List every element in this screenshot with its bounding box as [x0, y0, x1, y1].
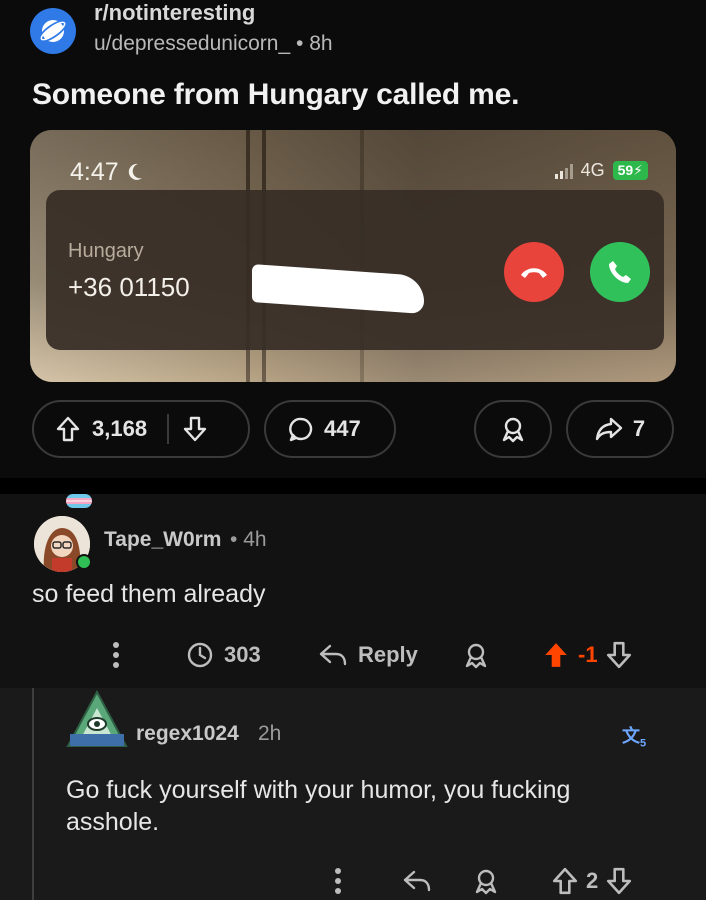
more-button[interactable]: [334, 864, 342, 898]
upvote-icon[interactable]: [542, 641, 570, 669]
comment-actions: 2: [0, 864, 706, 898]
comment-username[interactable]: regex1024: [136, 722, 239, 746]
downvote-icon[interactable]: [606, 867, 632, 895]
comment-age: 2h: [258, 722, 282, 745]
signal-icon: [554, 163, 573, 179]
award-button[interactable]: [462, 638, 490, 672]
more-icon: [335, 868, 341, 894]
more-icon: [113, 642, 119, 668]
post-age: 8h: [309, 32, 333, 55]
post-author[interactable]: u/depressedunicorn_: [94, 32, 290, 55]
flair-flag: [66, 494, 92, 508]
upvote-icon[interactable]: [56, 416, 80, 442]
comment: Tape_W0rm • 4h so feed them already 303 …: [0, 494, 706, 688]
post: r/notinteresting u/depressedunicorn_ • 8…: [0, 0, 706, 478]
avatar[interactable]: [66, 690, 128, 750]
reply-button[interactable]: Reply: [318, 638, 418, 672]
comment-actions: 303 Reply -1: [0, 638, 706, 672]
planet-icon: [38, 19, 68, 43]
comment-meta: • 4h: [230, 528, 267, 552]
comment-body: Go fuck yourself with your humor, you fu…: [66, 776, 571, 836]
award-button[interactable]: [474, 400, 552, 458]
comment-count: 447: [324, 416, 361, 441]
vote-controls: 2: [552, 864, 632, 898]
phone-accept-icon: [609, 261, 631, 283]
clock-award-icon: [187, 642, 213, 668]
comment-score: -1: [578, 642, 598, 667]
more-button[interactable]: [112, 638, 120, 672]
post-title[interactable]: Someone from Hungary called me.: [32, 78, 519, 112]
comment-icon: [289, 417, 313, 442]
online-status-dot: [76, 554, 92, 570]
award-count: 303: [224, 642, 261, 667]
downvote-icon[interactable]: [183, 416, 207, 442]
meta-separator: •: [230, 528, 238, 551]
phone-decline-icon: [521, 268, 547, 278]
comment-age: 4h: [243, 528, 267, 551]
redaction-scribble: [252, 263, 424, 315]
reply-label: Reply: [358, 642, 418, 667]
comment-body: so feed them already: [32, 580, 266, 608]
reply-button[interactable]: [402, 864, 432, 898]
subreddit-avatar[interactable]: [30, 8, 76, 54]
award-icon: [502, 417, 524, 443]
phone-clock: 4:47: [70, 158, 119, 186]
award-icon: [465, 643, 487, 669]
post-image[interactable]: 4:47 4G 59⚡ Hungary +36 01150: [30, 130, 676, 382]
translate-icon[interactable]: 文5: [622, 722, 646, 750]
incoming-call-card: Hungary +36 01150: [46, 190, 664, 350]
moon-icon: [128, 163, 142, 180]
vote-divider: [167, 414, 170, 444]
battery-badge: 59⚡: [612, 161, 648, 180]
upvote-icon[interactable]: [552, 867, 578, 895]
award-icon: [475, 869, 497, 895]
caller-number: +36 01150: [68, 272, 190, 302]
section-divider: [0, 478, 706, 494]
subreddit-name[interactable]: r/notinteresting: [94, 0, 255, 26]
comments-button[interactable]: 447: [264, 400, 396, 458]
meta-separator: •: [295, 32, 304, 55]
share-count: 7: [632, 416, 646, 441]
post-meta: u/depressedunicorn_ • 8h: [94, 32, 333, 56]
vote-bar: 3,168: [32, 400, 250, 458]
upvote-count: 3,168: [92, 416, 148, 441]
award-button[interactable]: [472, 864, 500, 898]
comment-username[interactable]: Tape_W0rm: [104, 528, 221, 552]
reply-icon: [403, 870, 431, 892]
decline-call-button: [504, 242, 564, 302]
reply-icon: [319, 644, 347, 666]
share-button[interactable]: 7: [566, 400, 674, 458]
award-count-button[interactable]: 303: [186, 638, 261, 672]
accept-call-button: [590, 242, 650, 302]
comment-reply: regex1024 2h 文5 Go fuck yourself with yo…: [0, 688, 706, 900]
downvote-icon[interactable]: [606, 641, 632, 669]
battery-level: 59: [617, 162, 634, 178]
vote-controls: -1: [542, 638, 632, 672]
phone-status-right: 4G 59⚡: [554, 160, 648, 181]
network-label: 4G: [580, 160, 605, 180]
caller-country: Hungary: [68, 240, 144, 262]
phone-status-time: 4:47: [70, 158, 144, 187]
comment-score: 2: [586, 868, 599, 893]
share-icon: [595, 417, 623, 441]
